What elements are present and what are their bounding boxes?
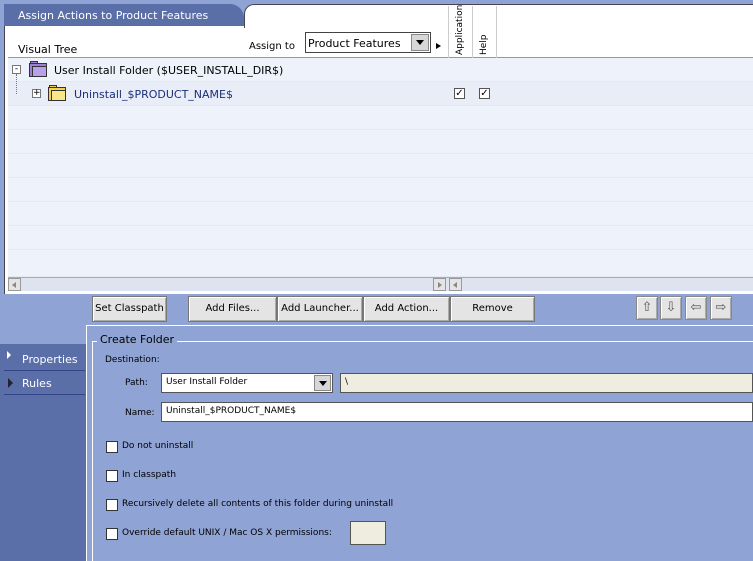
name-input[interactable]: Uninstall_$PRODUCT_NAME$ [161, 402, 753, 422]
nav-item-properties[interactable]: Properties [4, 349, 85, 371]
application-checkbox[interactable]: ✓ [454, 88, 465, 99]
in-classpath-checkbox[interactable] [106, 470, 118, 482]
set-classpath-button[interactable]: Set Classpath [92, 296, 167, 322]
tree-row-empty [8, 202, 753, 226]
assign-to-label: Assign to [249, 41, 295, 52]
tree-row-empty [8, 178, 753, 202]
column-divider [472, 6, 473, 58]
tree-row-empty [8, 154, 753, 178]
override-permissions-label: Override default UNIX / Mac OS X permiss… [122, 528, 332, 538]
tree-row-empty [8, 250, 753, 277]
destination-label: Destination: [105, 355, 160, 365]
tree-row-empty [8, 106, 753, 130]
panel-tab-edge [244, 4, 753, 28]
add-launcher-button[interactable]: Add Launcher... [277, 296, 363, 322]
recursive-delete-checkbox[interactable] [106, 499, 118, 511]
assign-actions-tab-label: Assign Actions to Product Features [18, 9, 209, 22]
tree-line [16, 74, 17, 94]
scroll-left-icon[interactable] [449, 278, 462, 291]
scroll-right-icon[interactable] [433, 278, 446, 291]
nav-item-rules[interactable]: Rules [4, 373, 85, 395]
recursive-delete-label: Recursively delete all contents of this … [122, 499, 394, 509]
remove-button[interactable]: Remove [450, 296, 535, 322]
nav-item-label: Properties [22, 353, 78, 366]
column-header-application[interactable]: Application [455, 5, 465, 55]
tree-row-empty [8, 130, 753, 154]
down-arrow-icon[interactable]: ⇩ [660, 296, 682, 320]
tree-row-user-install-folder[interactable]: - User Install Folder ($USER_INSTALL_DIR… [8, 58, 753, 82]
path-label: Path: [125, 378, 148, 388]
in-classpath-label: In classpath [122, 470, 177, 480]
permissions-input[interactable] [350, 521, 386, 545]
up-arrow-icon[interactable]: ⇧ [636, 296, 658, 320]
purple-folder-icon [29, 61, 47, 77]
chevron-down-icon[interactable] [314, 375, 331, 391]
yellow-folder-icon [48, 85, 66, 101]
tree-row-uninstall-folder[interactable]: + Uninstall_$PRODUCT_NAME$ ✓ ✓ [8, 74, 753, 106]
assign-actions-tab[interactable]: Assign Actions to Product Features [4, 4, 244, 26]
tree-row-label: User Install Folder ($USER_INSTALL_DIR$) [54, 64, 284, 77]
selected-indicator-icon [7, 351, 11, 359]
path-select[interactable]: User Install Folder [161, 373, 333, 393]
right-arrow-icon[interactable]: ⇨ [710, 296, 732, 320]
left-nav-spacer [0, 324, 86, 344]
column-divider [448, 6, 449, 58]
assign-to-select-value: Product Features [308, 37, 401, 50]
chevron-down-icon[interactable] [411, 34, 429, 51]
tree-row-label: Uninstall_$PRODUCT_NAME$ [74, 88, 233, 101]
name-value: Uninstall_$PRODUCT_NAME$ [166, 406, 297, 416]
add-files-button[interactable]: Add Files... [188, 296, 277, 322]
column-header-help[interactable]: Help [479, 28, 489, 55]
name-label: Name: [125, 408, 155, 418]
visual-tree-label: Visual Tree [18, 43, 78, 56]
expand-arrow-icon [8, 378, 13, 388]
collapse-icon[interactable]: - [12, 65, 21, 74]
horizontal-scrollbar[interactable] [8, 277, 753, 291]
path-select-value: User Install Folder [166, 377, 248, 387]
left-arrow-icon[interactable]: ⇦ [685, 296, 707, 320]
do-not-uninstall-label: Do not uninstall [122, 441, 194, 451]
tree-row-empty [8, 226, 753, 250]
create-folder-title: Create Folder [97, 333, 178, 346]
scroll-columns-right-icon[interactable] [436, 43, 441, 49]
column-divider [496, 6, 497, 58]
override-permissions-checkbox[interactable] [106, 528, 118, 540]
help-checkbox[interactable]: ✓ [479, 88, 490, 99]
add-action-button[interactable]: Add Action... [363, 296, 450, 322]
path-text-input[interactable]: \ [340, 373, 753, 393]
expand-icon[interactable]: + [32, 89, 41, 98]
path-text-value: \ [345, 377, 349, 387]
scroll-left-icon[interactable] [8, 278, 21, 291]
do-not-uninstall-checkbox[interactable] [106, 441, 118, 453]
nav-item-label: Rules [22, 377, 52, 390]
